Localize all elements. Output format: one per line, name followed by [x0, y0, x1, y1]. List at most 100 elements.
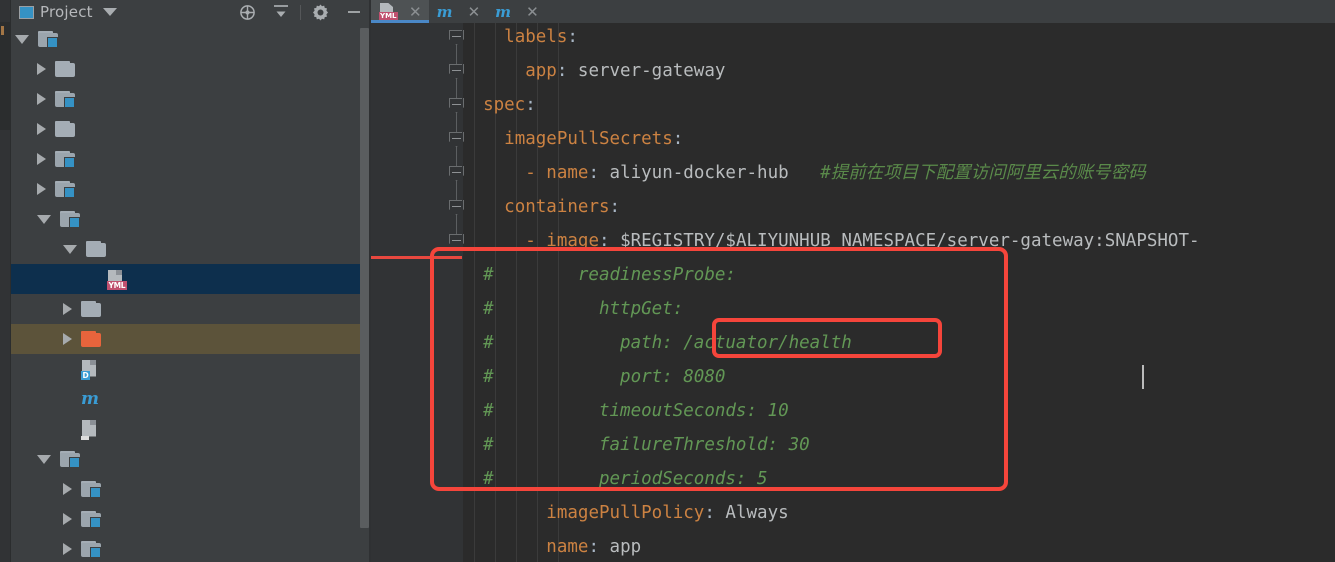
chevron-right-icon[interactable]	[63, 333, 72, 345]
code-line[interactable]: # port: 8080	[462, 360, 725, 394]
code-token: aliyun-docker-hub	[609, 163, 789, 183]
code-token: # port: 8080	[462, 367, 726, 387]
editor-tab-1[interactable]: m ✕	[429, 0, 488, 23]
fold-connector	[456, 113, 457, 132]
code-token: containers	[504, 197, 610, 217]
folder-icon	[55, 121, 75, 137]
code-editor[interactable]: labels: app: server-gateway spec: imageP…	[371, 23, 1335, 562]
tree-item-service-hosp[interactable]	[11, 504, 371, 534]
chevron-right-icon[interactable]	[37, 63, 46, 75]
code-text[interactable]: labels: app: server-gateway spec: imageP…	[462, 23, 1335, 562]
editor-tab-0[interactable]: YML ✕	[371, 0, 429, 23]
chevron-right-icon[interactable]	[63, 483, 72, 495]
tree-item-server-gateway[interactable]	[11, 204, 371, 234]
code-line[interactable]: # readinessProbe:	[462, 258, 736, 292]
hide-icon[interactable]	[337, 0, 371, 24]
code-line[interactable]: # timeoutSeconds: 10	[462, 394, 789, 428]
code-line[interactable]: imagePullPolicy: Always	[462, 496, 788, 530]
tree-item-service[interactable]	[11, 444, 371, 474]
project-tree[interactable]: YML Dm	[11, 24, 371, 562]
chevron-down-icon[interactable]	[37, 454, 51, 464]
maven-file-icon: m	[495, 2, 512, 21]
code-line[interactable]: labels:	[462, 23, 578, 54]
tree-item-yygh-parent[interactable]	[11, 24, 371, 54]
code-token: :	[609, 197, 621, 217]
code-token: image	[546, 231, 599, 251]
yml-file-icon: YML	[379, 3, 398, 20]
editor-gutter[interactable]	[371, 23, 464, 562]
code-line[interactable]: app: server-gateway	[462, 54, 725, 88]
chevron-right-icon[interactable]	[63, 543, 72, 555]
folder-icon	[81, 301, 101, 317]
panel-title: Project	[40, 3, 93, 21]
code-line[interactable]: - name: aliyun-docker-hub #提前在项目下配置访问阿里云…	[462, 156, 1146, 190]
tree-item-hospital-manage[interactable]	[11, 144, 371, 174]
chevron-down-icon[interactable]	[102, 8, 117, 16]
chevron-down-icon[interactable]	[37, 214, 51, 224]
code-line[interactable]: imagePullSecrets:	[462, 122, 683, 156]
tree-item-pom-xml[interactable]: m	[11, 384, 371, 414]
chevron-right-icon[interactable]	[63, 303, 72, 315]
project-panel-scrollbar[interactable]	[360, 28, 369, 528]
editor-tab-bar[interactable]: YML ✕ m ✕ m ✕	[371, 0, 1335, 23]
tree-item-deploy[interactable]	[11, 234, 371, 264]
chevron-down-icon[interactable]	[63, 244, 77, 254]
collapse-all-icon[interactable]	[264, 0, 298, 24]
editor-tab-2[interactable]: m ✕	[487, 0, 546, 23]
code-token: imagePullSecrets	[504, 129, 673, 149]
tree-item-common[interactable]	[11, 84, 371, 114]
chevron-down-icon[interactable]	[15, 34, 29, 44]
tree-item-dockerfile[interactable]: D	[11, 354, 371, 384]
tree-item-model[interactable]	[11, 174, 371, 204]
code-token: :	[588, 537, 610, 557]
locate-file-icon[interactable]	[230, 0, 264, 24]
code-token: name	[546, 163, 589, 183]
gear-icon[interactable]	[303, 0, 337, 24]
editor-scrollbar[interactable]	[1323, 46, 1335, 562]
tree-item-target[interactable]	[11, 324, 371, 354]
toolbar-separator	[300, 4, 301, 20]
tree-item-service-order[interactable]	[11, 534, 371, 562]
chevron-right-icon[interactable]	[37, 123, 46, 135]
code-line[interactable]: # periodSeconds: 5	[462, 462, 767, 496]
chevron-right-icon[interactable]	[63, 513, 72, 525]
close-icon[interactable]: ✕	[468, 3, 481, 21]
code-line[interactable]: # failureThreshold: 30	[462, 428, 810, 462]
code-token: app	[525, 61, 557, 81]
project-tool-window: Project YML D m	[11, 0, 371, 562]
tree-item-src[interactable]	[11, 294, 371, 324]
module-folder-icon	[81, 511, 101, 528]
module-folder-icon	[55, 151, 75, 168]
chevron-right-icon[interactable]	[37, 183, 46, 195]
code-token: # failureThreshold: 30	[462, 435, 810, 455]
chevron-right-icon[interactable]	[37, 153, 46, 165]
code-token: # timeoutSeconds: 10	[462, 401, 789, 421]
tree-item-data[interactable]	[11, 114, 371, 144]
chevron-right-icon[interactable]	[37, 93, 46, 105]
code-line[interactable]: # httpGet:	[462, 292, 683, 326]
iml-file-icon	[81, 419, 99, 440]
fold-connector	[456, 45, 457, 64]
code-token: labels	[504, 27, 568, 47]
fold-connector	[456, 79, 457, 98]
close-icon[interactable]: ✕	[409, 3, 422, 21]
tree-item-server-gateway-iml[interactable]	[11, 414, 371, 444]
tree-item-deploy-yml[interactable]: YML	[11, 264, 371, 294]
code-token: $REGISTRY/$ALIYUNHUB_NAMESPACE/server-ga…	[620, 231, 1200, 251]
code-line[interactable]: # path: /actuator/health	[462, 326, 852, 360]
editor-area: YML ✕ m ✕ m ✕ labels: app: server-gateway spe…	[371, 0, 1335, 562]
tool-window-strip[interactable]	[0, 0, 11, 562]
close-icon[interactable]: ✕	[526, 3, 539, 21]
code-line[interactable]: name: app	[462, 530, 641, 562]
code-line[interactable]: - image: $REGISTRY/$ALIYUNHUB_NAMESPACE/…	[462, 224, 1200, 258]
tree-item--idea[interactable]	[11, 54, 371, 84]
code-token: # httpGet:	[462, 299, 684, 319]
code-line[interactable]: containers:	[462, 190, 620, 224]
tree-item-service-cmn[interactable]	[11, 474, 371, 504]
module-folder-icon	[55, 91, 75, 108]
project-window-icon	[19, 5, 34, 19]
code-line[interactable]: spec:	[462, 88, 536, 122]
